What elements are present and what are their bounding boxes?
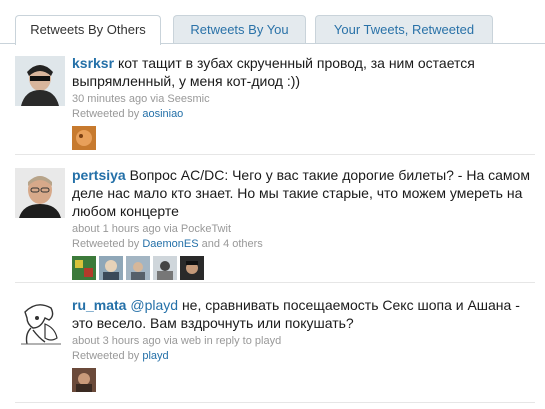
tweet-content: ru_mata @playd не, сравнивать посещаемос…	[72, 296, 532, 392]
retweeted-by-label: Retweeted by	[72, 238, 140, 250]
tweet-meta: about 1 hours ago via PockeTwit	[72, 222, 532, 237]
tweet-text: ksrksr кот тащит в зубах скрученный пров…	[72, 54, 532, 90]
tweet-separator	[15, 402, 535, 403]
tweet-text: ru_mata @playd не, сравнивать посещаемос…	[72, 296, 532, 332]
via-label: via	[163, 223, 178, 235]
retweeter-avatar[interactable]	[180, 256, 204, 280]
tweet-source: PockeTwit	[180, 223, 232, 235]
tweet-username[interactable]: pertsiya	[72, 167, 126, 183]
tweet-meta: 30 minutes ago via Seesmic	[72, 92, 532, 107]
tweet-body: кот тащит в зубах скрученный провод, за …	[72, 55, 475, 89]
retweeter-avatars	[72, 126, 532, 150]
tab-your-tweets-retweeted[interactable]: Your Tweets, Retweeted	[315, 15, 493, 44]
retweeter-avatar[interactable]	[72, 368, 96, 392]
avatar[interactable]	[15, 168, 65, 218]
retweeted-by: Retweeted by aosiniao	[72, 107, 532, 122]
tweet-source: web	[180, 335, 202, 347]
retweeter-avatars	[72, 368, 532, 392]
retweeted-by: Retweeted by playd	[72, 349, 532, 364]
avatar[interactable]	[15, 56, 65, 106]
retweeter-avatar[interactable]	[153, 256, 177, 280]
avatar-pertsiya-image	[15, 168, 65, 218]
tweet-mention[interactable]: @playd	[130, 297, 178, 313]
tweet-content: ksrksr кот тащит в зубах скрученный пров…	[72, 54, 532, 150]
retweeter-avatars	[72, 256, 532, 280]
tweet-username[interactable]: ru_mata	[72, 297, 126, 313]
tweet-body: Вопрос AC/DC: Чего у вас такие дорогие б…	[72, 167, 530, 219]
avatar-ru_mata-image	[15, 298, 65, 348]
retweeter-avatar[interactable]	[72, 126, 96, 150]
tweet-content: pertsiya Вопрос AC/DC: Чего у вас такие …	[72, 166, 532, 280]
tab-bar: Retweets By Others Retweets By You Your …	[15, 15, 545, 45]
reply-to-link[interactable]: playd	[255, 335, 281, 347]
tweet-meta: about 3 hours ago via web in reply to pl…	[72, 334, 532, 349]
tweet-time[interactable]: about 3 hours ago	[72, 335, 161, 347]
avatar-ksrksr-image	[15, 56, 65, 106]
retweeter-link[interactable]: aosiniao	[142, 108, 183, 120]
retweeter-avatar[interactable]	[99, 256, 123, 280]
retweeter-link[interactable]: playd	[142, 350, 168, 362]
via-label: via	[163, 335, 178, 347]
retweeted-by-label: Retweeted by	[72, 350, 140, 362]
reply-label: in reply to	[204, 335, 252, 347]
tweet-source: Seesmic	[167, 93, 210, 105]
retweeter-avatar[interactable]	[126, 256, 150, 280]
tweet-separator	[15, 282, 535, 283]
tweet-text: pertsiya Вопрос AC/DC: Чего у вас такие …	[72, 166, 532, 220]
tweet-separator	[15, 154, 535, 155]
retweeter-link[interactable]: DaemonES	[142, 238, 198, 250]
retweeted-by-label: Retweeted by	[72, 108, 140, 120]
tweet-time[interactable]: 30 minutes ago	[72, 93, 147, 105]
retweeted-by: Retweeted by DaemonES and 4 others	[72, 237, 532, 252]
tweet-username[interactable]: ksrksr	[72, 55, 114, 71]
retweet-others-count: and 4 others	[201, 238, 263, 250]
tab-retweets-by-others[interactable]: Retweets By Others	[15, 15, 161, 45]
tweet-time[interactable]: about 1 hours ago	[72, 223, 161, 235]
via-label: via	[150, 93, 165, 105]
avatar[interactable]	[15, 298, 65, 348]
retweeter-avatar[interactable]	[72, 256, 96, 280]
tab-retweets-by-you[interactable]: Retweets By You	[173, 15, 306, 44]
